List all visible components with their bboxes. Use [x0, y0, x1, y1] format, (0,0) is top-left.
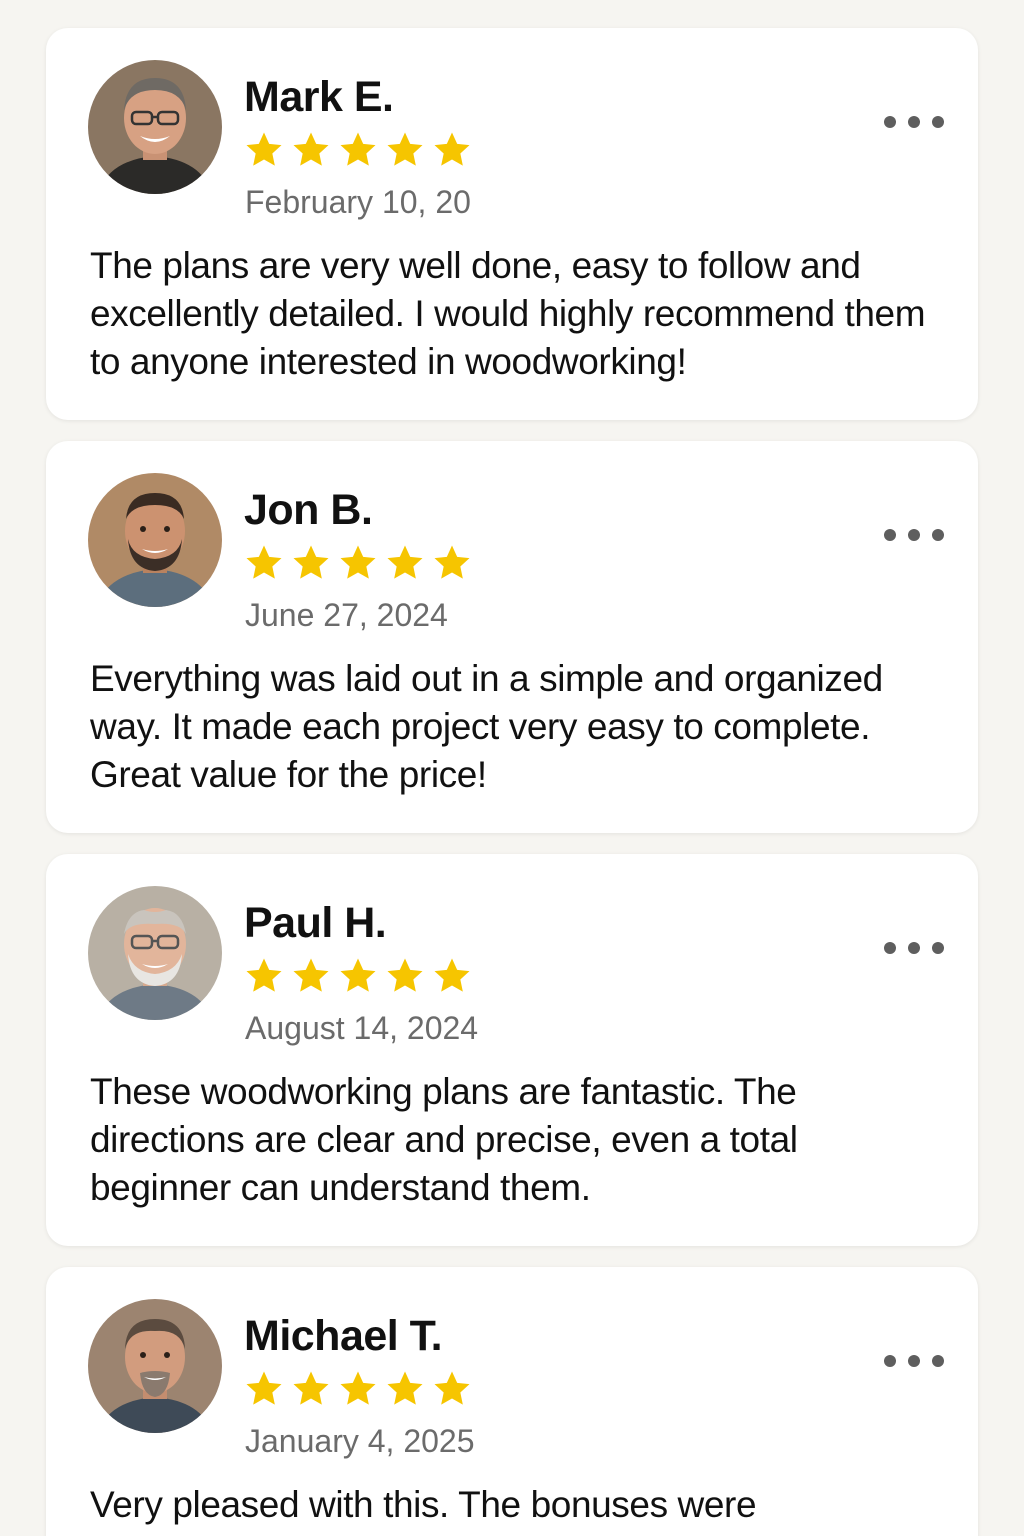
star-icon	[293, 1371, 329, 1405]
avatar-photo	[88, 1299, 222, 1433]
star-icon	[246, 132, 282, 166]
more-options-button[interactable]	[884, 1349, 944, 1373]
dot-icon	[908, 1355, 920, 1367]
review-text: These woodworking plans are fantastic. T…	[90, 1071, 798, 1208]
star-icon	[246, 545, 282, 579]
review-date: August 14, 2024	[245, 1010, 479, 1046]
review-card: Paul H. August 14, 2024 These woodworkin…	[46, 854, 978, 1246]
review-card: Michael T. January 4, 2025 Very pleased …	[46, 1267, 978, 1536]
review-date: February 10, 20	[245, 184, 471, 220]
star-icon	[340, 1371, 376, 1405]
star-rating	[244, 543, 472, 583]
dot-icon	[884, 1355, 896, 1367]
star-icon	[387, 132, 423, 166]
dot-icon	[932, 529, 944, 541]
star-icon	[293, 958, 329, 992]
star-rating	[244, 956, 472, 996]
dot-icon	[884, 942, 896, 954]
dot-icon	[884, 529, 896, 541]
star-icon	[387, 545, 423, 579]
review-date: June 27, 2024	[245, 597, 448, 633]
reviewer-name: Jon B.	[244, 486, 373, 534]
star-icon	[246, 1371, 282, 1405]
avatar	[88, 1299, 222, 1433]
star-icon	[387, 1371, 423, 1405]
star-icon	[434, 1371, 470, 1405]
reviews-feed: Mark E. February 10, 20 The plans are ve…	[0, 0, 1024, 1536]
star-icon	[293, 545, 329, 579]
star-rating	[244, 130, 472, 170]
star-icon	[246, 958, 282, 992]
review-date: January 4, 2025	[245, 1423, 475, 1459]
avatar-photo	[88, 473, 222, 607]
dot-icon	[932, 116, 944, 128]
star-icon	[434, 545, 470, 579]
star-icon	[340, 132, 376, 166]
more-options-button[interactable]	[884, 523, 944, 547]
reviewer-name: Paul H.	[244, 899, 387, 947]
avatar	[88, 473, 222, 607]
reviewer-name: Michael T.	[244, 1312, 443, 1360]
review-text: The plans are very well done, easy to fo…	[90, 245, 926, 382]
star-icon	[340, 545, 376, 579]
review-text: Very pleased with this. The bonuses were	[90, 1484, 757, 1525]
avatar	[88, 886, 222, 1020]
dot-icon	[884, 116, 896, 128]
dot-icon	[932, 942, 944, 954]
review-card: Jon B. June 27, 2024 Everything was laid…	[46, 441, 978, 833]
dot-icon	[908, 116, 920, 128]
review-text: Everything was laid out in a simple and …	[90, 658, 883, 795]
star-icon	[293, 132, 329, 166]
star-rating	[244, 1369, 472, 1409]
star-icon	[387, 958, 423, 992]
dot-icon	[932, 1355, 944, 1367]
review-card: Mark E. February 10, 20 The plans are ve…	[46, 28, 978, 420]
more-options-button[interactable]	[884, 110, 944, 134]
avatar-photo	[88, 886, 222, 1020]
more-options-button[interactable]	[884, 936, 944, 960]
star-icon	[434, 132, 470, 166]
star-icon	[434, 958, 470, 992]
star-icon	[340, 958, 376, 992]
reviewer-name: Mark E.	[244, 73, 394, 121]
avatar	[88, 60, 222, 194]
dot-icon	[908, 529, 920, 541]
dot-icon	[908, 942, 920, 954]
avatar-photo	[88, 60, 222, 194]
